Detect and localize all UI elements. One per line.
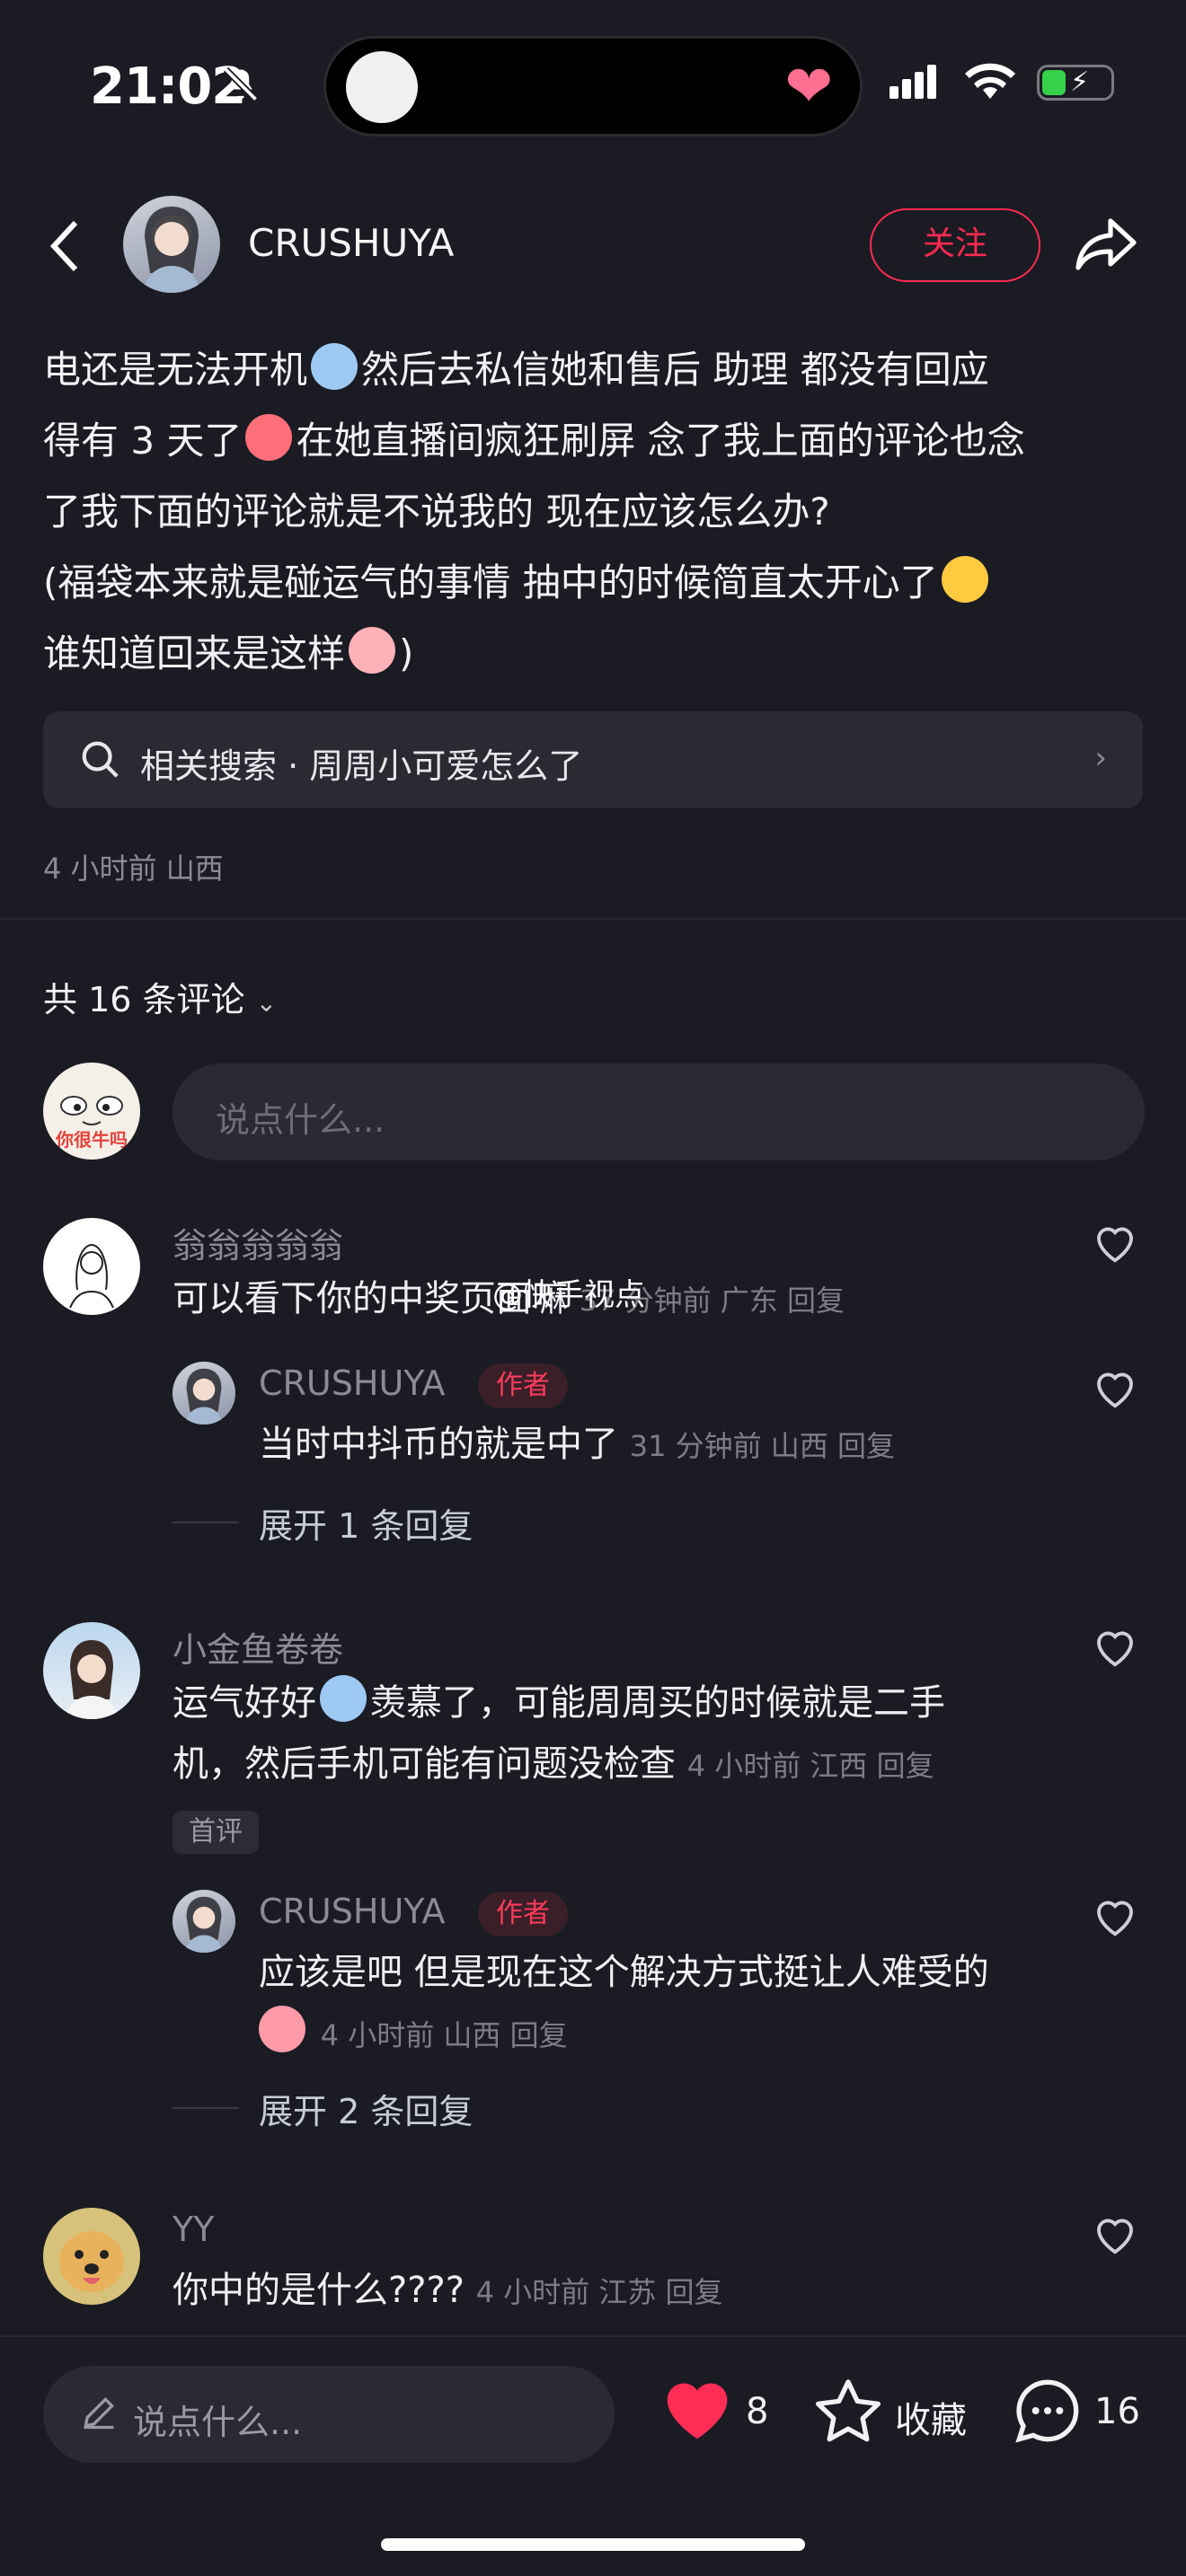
author-avatar[interactable] — [123, 196, 220, 293]
favorite-label[interactable]: 收藏 — [895, 2391, 967, 2443]
crying-emoji-icon — [320, 1675, 367, 1722]
post-body: 电还是无法开机 然后去私信她和售后 助理 都没有回应 得有 3 天了 在她直播间疯狂… — [43, 334, 1148, 689]
reply-body: 当时中抖币的就是中了 — [259, 1424, 618, 1465]
comment-bubble-icon[interactable] — [1012, 2375, 1084, 2450]
reply-text: 应该是吧 但是现在这个解决方式挺让人难受的 4 小时前 山西 回复 — [259, 1942, 1067, 2066]
post-line: 得有 3 天了 — [43, 419, 243, 463]
reply-author-name[interactable]: CRUSHUYA — [259, 1892, 446, 1931]
comment-count: 16 — [1094, 2391, 1140, 2432]
home-indicator[interactable] — [381, 2538, 805, 2551]
divider — [0, 918, 1186, 920]
my-avatar: 你很牛吗 — [43, 1063, 140, 1160]
star-icon[interactable] — [812, 2377, 884, 2448]
comment-body: 机，然后手机可能有问题没检查 — [173, 1743, 676, 1785]
silent-icon — [221, 65, 261, 108]
post-line: 电还是无法开机 — [43, 348, 308, 392]
heart-filled-icon[interactable] — [661, 2375, 733, 2447]
signal-icon — [890, 65, 940, 99]
like-count: 8 — [746, 2391, 769, 2432]
author-username[interactable]: CRUSHUYA — [248, 221, 454, 265]
tearful-emoji-icon — [349, 627, 396, 674]
pencil-icon — [79, 2393, 119, 2436]
sad-emoji-icon — [259, 2006, 305, 2052]
post-line: 谁知道回来是这样 — [43, 631, 346, 675]
author-tag: 作者 — [478, 1892, 568, 1936]
heart-outline-icon[interactable] — [1091, 1622, 1139, 1671]
reply-author-name[interactable]: CRUSHUYA — [259, 1363, 446, 1403]
reply-meta[interactable]: 4 小时前 山西 回复 — [321, 2018, 568, 2052]
commenter-name[interactable]: 小金鱼卷卷 — [173, 1622, 343, 1672]
share-icon[interactable] — [1075, 216, 1137, 277]
related-search-bar[interactable]: 相关搜索 · 周周小可爱怎么了 › — [43, 711, 1143, 808]
comment-body: 羡慕了，可能周周买的时候就是二手 — [370, 1682, 945, 1724]
party-emoji-icon — [941, 556, 988, 603]
back-icon[interactable] — [47, 219, 83, 277]
dynamic-island: ❤ — [323, 36, 863, 137]
reply-meta[interactable]: 31 分钟前 山西 回复 — [630, 1429, 895, 1463]
post-meta: 4 小时前 山西 — [43, 851, 224, 886]
comment-input[interactable]: 说点什么... — [173, 1063, 1145, 1160]
post-line: 在她直播间疯狂刷屏 念了我上面的评论也念 — [296, 419, 1025, 463]
expand-divider — [173, 2107, 239, 2109]
comment-input-placeholder: 说点什么... — [216, 1100, 385, 1140]
heart-outline-icon[interactable] — [1091, 1363, 1139, 1412]
follow-button[interactable]: 关注 — [870, 208, 1040, 282]
post-line: 然后去私信她和售后 助理 都没有回应 — [361, 348, 989, 392]
watermark: @快手视点 — [492, 1277, 645, 1313]
post-line: ) — [399, 631, 414, 675]
commenter-avatar[interactable] — [43, 1622, 140, 1719]
post-line: 了我下面的评论就是不说我的 现在应该怎么办? — [43, 490, 830, 534]
comment-meta[interactable]: 4 小时前 江西 回复 — [687, 1749, 934, 1783]
heart-outline-icon[interactable] — [1091, 1892, 1139, 1940]
post-line: (福袋本来就是碰运气的事情 抽中的时候简直太开心了 — [43, 560, 938, 604]
comment-text: 运气好好 羡慕了，可能周周买的时候就是二手 机，然后手机可能有问题没检查 4 小时… — [173, 1672, 1035, 1796]
commenter-avatar[interactable] — [43, 1218, 140, 1315]
crying-emoji-icon — [311, 343, 358, 390]
comment-count-dropdown[interactable]: 共 16 条评论 ⌄ — [43, 972, 277, 1021]
author-tag: 作者 — [478, 1363, 568, 1408]
wifi-icon — [965, 63, 1015, 104]
my-avatar-caption: 你很牛吗 — [56, 1129, 128, 1151]
comment-body: 你中的是什么???? — [173, 2270, 465, 2311]
expand-divider — [173, 1522, 239, 1523]
comment-text: 你中的是什么???? 4 小时前 江苏 回复 — [173, 2260, 723, 2323]
comment-count-label: 共 16 条评论 — [43, 980, 245, 1019]
commenter-name[interactable]: YY — [173, 2210, 214, 2249]
heart-outline-icon[interactable] — [1091, 2210, 1139, 2258]
comment-meta[interactable]: 4 小时前 江苏 回复 — [476, 2275, 723, 2309]
reply-avatar[interactable] — [173, 1890, 235, 1953]
expand-replies-button[interactable]: 展开 2 条回复 — [259, 2084, 473, 2133]
heart-outline-icon[interactable] — [1091, 1218, 1139, 1266]
chevron-right-icon: › — [1094, 740, 1107, 776]
reply-body: 应该是吧 但是现在这个解决方式挺让人难受的 — [259, 1952, 989, 1993]
bottom-comment-input[interactable]: 说点什么... — [43, 2366, 615, 2463]
expand-replies-button[interactable]: 展开 1 条回复 — [259, 1498, 473, 1548]
bottom-input-placeholder: 说点什么... — [133, 2403, 303, 2442]
mascot-icon — [346, 51, 418, 123]
commenter-avatar[interactable] — [43, 2208, 140, 2305]
search-icon — [79, 738, 120, 783]
reply-avatar[interactable] — [173, 1362, 235, 1425]
related-search-text: 相关搜索 · 周周小可爱怎么了 — [140, 746, 583, 786]
angry-emoji-icon — [245, 414, 293, 461]
comment-body: 运气好好 — [173, 1682, 316, 1724]
reply-text: 当时中抖币的就是中了 31 分钟前 山西 回复 — [259, 1414, 895, 1477]
heart-live-icon: ❤ — [784, 54, 833, 120]
divider — [0, 2335, 1186, 2337]
battery-icon: ⚡ — [1037, 65, 1114, 101]
first-comment-tag: 首评 — [173, 1811, 259, 1854]
chevron-down-icon: ⌄ — [255, 988, 278, 1018]
commenter-name[interactable]: 翁翁翁翁翁 — [173, 1218, 343, 1267]
